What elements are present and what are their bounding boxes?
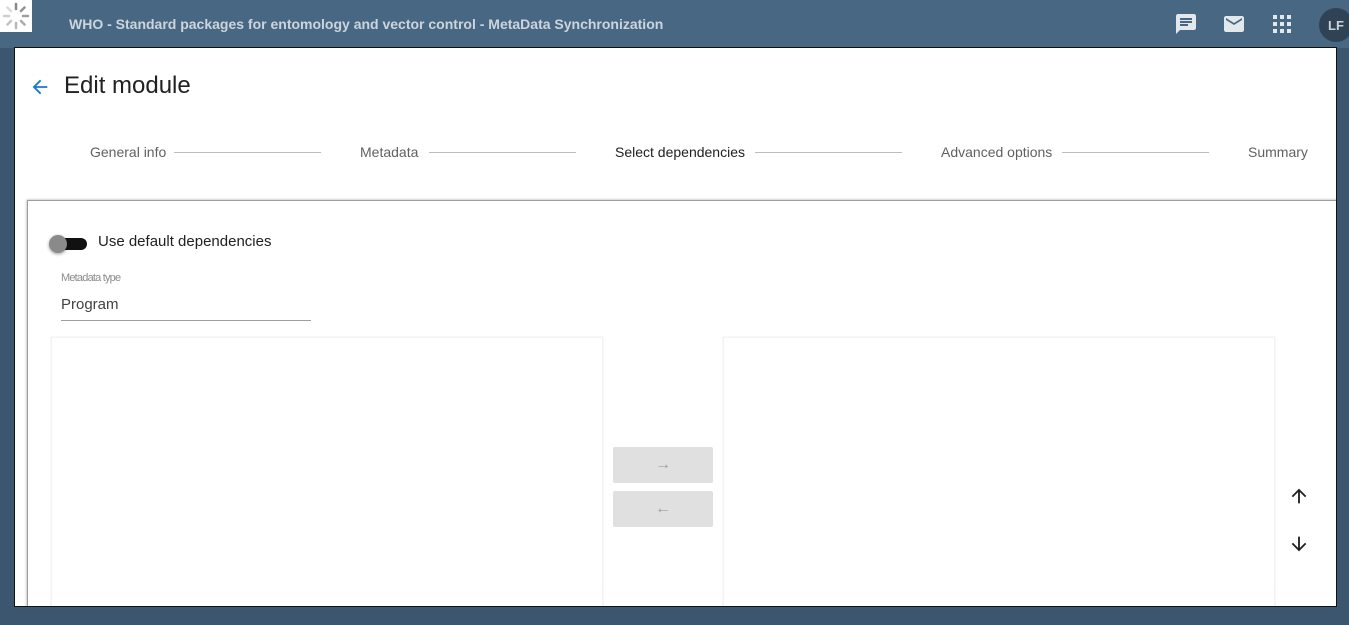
mail-icon[interactable] (1222, 12, 1246, 36)
default-dependencies-toggle[interactable] (49, 235, 87, 253)
toggle-label: Use default dependencies (98, 233, 272, 250)
step-connector (429, 152, 576, 153)
step-advanced-options[interactable]: Advanced options (941, 144, 1052, 160)
metadata-type-label: Metadata type (61, 272, 121, 284)
user-avatar[interactable]: LF (1319, 8, 1349, 42)
step-connector (174, 152, 321, 153)
app-header: WHO - Standard packages for entomology a… (0, 0, 1349, 48)
step-metadata[interactable]: Metadata (360, 144, 418, 160)
edit-module-card: Edit module General info Metadata Select… (14, 47, 1337, 607)
arrow-back-icon[interactable] (29, 76, 51, 98)
step-connector (755, 152, 902, 153)
available-items-list[interactable] (51, 337, 603, 606)
move-right-button[interactable]: → (613, 447, 713, 483)
page-title: Edit module (64, 72, 191, 99)
selected-items-list[interactable] (723, 337, 1275, 606)
step-connector (1062, 152, 1209, 153)
app-title: WHO - Standard packages for entomology a… (69, 16, 664, 32)
step-general-info[interactable]: General info (90, 144, 166, 160)
spinner-logo-icon[interactable] (0, 0, 32, 32)
step-summary[interactable]: Summary (1248, 144, 1308, 160)
arrow-up-icon[interactable] (1288, 485, 1310, 507)
apps-grid-icon[interactable] (1270, 12, 1294, 36)
step-select-dependencies[interactable]: Select dependencies (615, 144, 745, 160)
metadata-type-select[interactable]: Program (61, 296, 119, 313)
move-left-button[interactable]: ← (613, 491, 713, 527)
metadata-type-underline[interactable] (61, 320, 311, 321)
chat-icon[interactable] (1174, 12, 1198, 36)
toggle-thumb (49, 235, 67, 253)
arrow-down-icon[interactable] (1288, 533, 1310, 555)
dependencies-panel: Use default dependencies Metadata type P… (27, 200, 1336, 606)
